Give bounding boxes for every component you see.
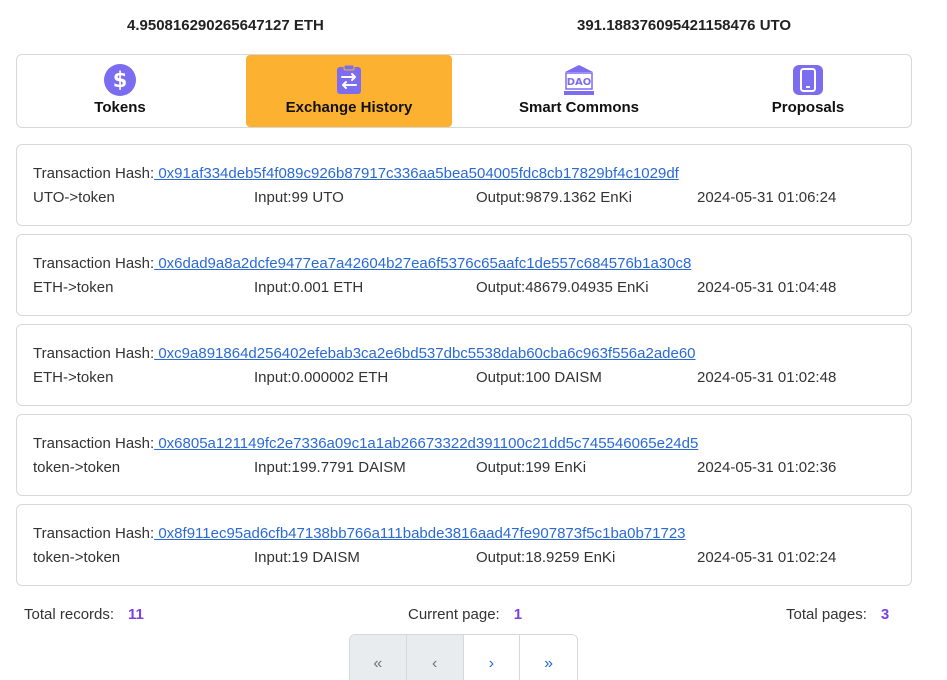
hash-label: Transaction Hash: [33,435,155,452]
tab-smart-commons[interactable]: DAO Smart Commons [476,55,682,127]
input-amount: Input:99 UTO [254,189,344,206]
uto-balance: 391.188376095421158476 UTO [577,17,792,34]
prev-page-button[interactable]: ‹ [406,635,464,680]
next-page-button[interactable]: › [463,635,521,680]
tab-label: Smart Commons [518,99,640,116]
hash-label: Transaction Hash: [33,525,155,542]
timestamp: 2024-05-31 01:02:36 [697,459,837,476]
exchange-type: token->token [33,549,121,566]
total-pages-label: Total pages: [786,606,867,623]
current-page-value: 1 [513,606,523,623]
transaction-card: Transaction Hash: 0x6805a121149fc2e7336a… [16,414,912,496]
pagination: « ‹ › » [349,634,578,680]
hash-label: Transaction Hash: [33,345,155,362]
tab-proposals[interactable]: Proposals [705,55,911,127]
total-records-label: Total records: [24,606,115,623]
exchange-type: ETH->token [33,369,114,386]
exchange-type: ETH->token [33,279,114,296]
timestamp: 2024-05-31 01:02:24 [697,549,837,566]
total-pages-value: 3 [880,606,890,623]
current-page: Current page: 1 [408,606,522,623]
exchange-type: UTO->token [33,189,115,206]
tab-tokens[interactable]: $ Tokens [17,55,223,127]
svg-text:DAO: DAO [567,77,592,88]
transaction-hash-link[interactable]: 0x91af334deb5f4f089c926b87917c336aa5bea5… [154,165,679,182]
dao-icon: DAO [564,65,594,95]
svg-text:$: $ [113,68,128,92]
balance-bar: 4.950816290265647127 ETH 391.18837609542… [0,0,947,54]
output-amount: Output:9879.1362 EnKi [476,189,632,206]
exchange-type: token->token [33,459,121,476]
timestamp: 2024-05-31 01:04:48 [697,279,837,296]
total-records: Total records: 11 [24,606,144,623]
eth-balance: 4.950816290265647127 ETH [127,17,324,34]
current-page-label: Current page: [408,606,500,623]
phone-icon [793,65,823,95]
tab-label: Exchange History [285,99,413,116]
last-page-button[interactable]: » [520,635,577,680]
transaction-card: Transaction Hash: 0x91af334deb5f4f089c92… [16,144,912,226]
tab-label: Proposals [771,99,845,116]
input-amount: Input:0.001 ETH [254,279,364,296]
transaction-hash-link[interactable]: 0x6805a121149fc2e7336a09c1a1ab26673322d3… [154,435,698,452]
transaction-hash-link[interactable]: 0x6dad9a8a2dcfe9477ea7a42604b27ea6f5376c… [154,255,691,272]
output-amount: Output:100 DAISM [476,369,602,386]
tab-label: Tokens [94,99,146,116]
input-amount: Input:0.000002 ETH [254,369,389,386]
timestamp: 2024-05-31 01:02:48 [697,369,837,386]
transaction-card: Transaction Hash: 0x8f911ec95ad6cfb47138… [16,504,912,586]
input-amount: Input:199.7791 DAISM [254,459,406,476]
timestamp: 2024-05-31 01:06:24 [697,189,837,206]
transaction-hash-link[interactable]: 0xc9a891864d256402efebab3ca2e6bd537dbc55… [154,345,695,362]
tab-exchange-history[interactable]: Exchange History [246,55,452,127]
transaction-card: Transaction Hash: 0xc9a891864d256402efeb… [16,324,912,406]
output-amount: Output:18.9259 EnKi [476,549,616,566]
input-amount: Input:19 DAISM [254,549,360,566]
transaction-card: Transaction Hash: 0x6dad9a8a2dcfe9477ea7… [16,234,912,316]
first-page-button[interactable]: « [350,635,407,680]
output-amount: Output:199 EnKi [476,459,587,476]
output-amount: Output:48679.04935 EnKi [476,279,649,296]
total-pages: Total pages: 3 [786,606,889,623]
transaction-hash-link[interactable]: 0x8f911ec95ad6cfb47138bb766a111babde3816… [154,525,685,542]
total-records-value: 11 [128,606,144,623]
dollar-icon: $ [104,64,136,96]
tab-bar: $ Tokens Exchange History DAO Smart Comm… [16,54,912,128]
exchange-icon [337,64,361,94]
hash-label: Transaction Hash: [33,255,155,272]
hash-label: Transaction Hash: [33,165,155,182]
pagination-summary: Total records: 11 Current page: 1 Total pa… [0,606,947,626]
